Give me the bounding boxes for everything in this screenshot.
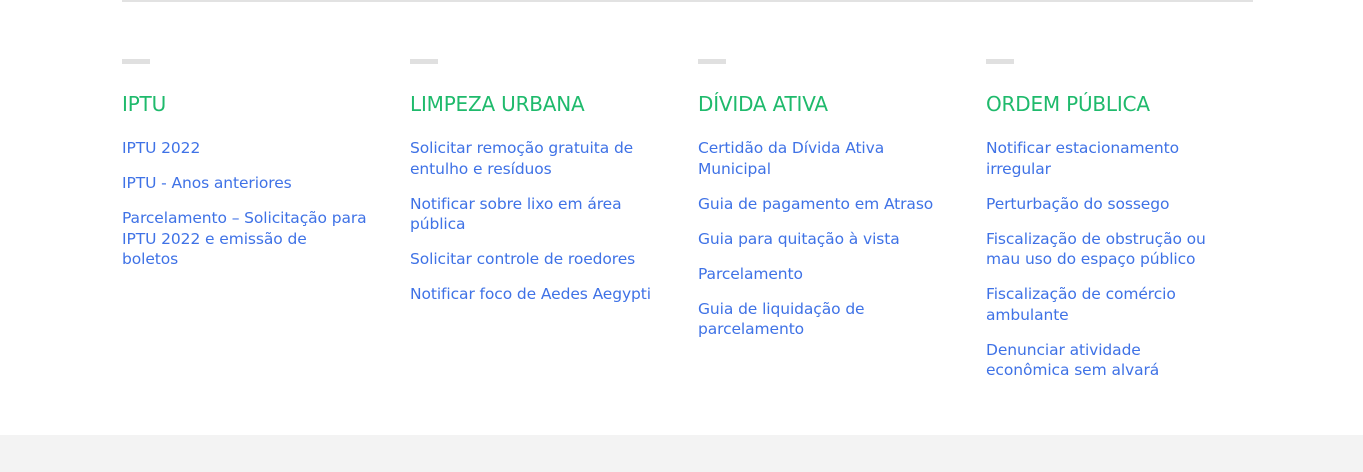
column-divida-ativa: DÍVIDA ATIVA Certidão da Dívida Ativa Mu… (698, 59, 986, 395)
link-list: Notificar estacionamento irregular Pertu… (986, 138, 1226, 381)
service-link[interactable]: Guia de pagamento em Atraso (698, 194, 943, 215)
service-link[interactable]: Fiscalização de comércio ambulante (986, 284, 1226, 325)
column-iptu: IPTU IPTU 2022 IPTU - Anos anteriores Pa… (122, 59, 410, 395)
link-list: Certidão da Dívida Ativa Municipal Guia … (698, 138, 943, 340)
column-accent-dash (410, 59, 438, 64)
column-title: IPTU (122, 92, 167, 116)
service-link[interactable]: Guia de liquidação de parcelamento (698, 299, 943, 340)
service-link[interactable]: Parcelamento (698, 264, 943, 285)
column-limpeza-urbana: LIMPEZA URBANA Solicitar remoção gratuit… (410, 59, 698, 395)
service-link[interactable]: Notificar estacionamento irregular (986, 138, 1226, 179)
column-title: ORDEM PÚBLICA (986, 92, 1150, 116)
column-title: LIMPEZA URBANA (410, 92, 585, 116)
service-link[interactable]: IPTU 2022 (122, 138, 367, 159)
service-link[interactable]: Solicitar controle de roedores (410, 249, 655, 270)
column-title: DÍVIDA ATIVA (698, 92, 828, 116)
column-accent-dash (986, 59, 1014, 64)
service-link[interactable]: IPTU - Anos anteriores (122, 173, 367, 194)
column-ordem-publica: ORDEM PÚBLICA Notificar estacionamento i… (986, 59, 1253, 395)
column-accent-dash (698, 59, 726, 64)
service-link[interactable]: Notificar foco de Aedes Aegypti (410, 284, 655, 305)
link-list: IPTU 2022 IPTU - Anos anteriores Parcela… (122, 138, 367, 270)
service-link[interactable]: Notificar sobre lixo em área pública (410, 194, 655, 235)
service-link[interactable]: Guia para quitação à vista (698, 229, 943, 250)
service-link[interactable]: Perturbação do sossego (986, 194, 1226, 215)
services-columns: IPTU IPTU 2022 IPTU - Anos anteriores Pa… (122, 59, 1253, 395)
link-list: Solicitar remoção gratuita de entulho e … (410, 138, 655, 305)
service-link[interactable]: Parcelamento – Solicitação para IPTU 202… (122, 208, 367, 270)
service-link[interactable]: Fiscalização de obstrução ou mau uso do … (986, 229, 1226, 270)
footer-band (0, 435, 1363, 472)
service-link[interactable]: Solicitar remoção gratuita de entulho e … (410, 138, 655, 179)
service-link[interactable]: Certidão da Dívida Ativa Municipal (698, 138, 943, 179)
service-link[interactable]: Denunciar atividade econômica sem alvará (986, 340, 1226, 381)
column-accent-dash (122, 59, 150, 64)
top-divider (122, 0, 1253, 2)
